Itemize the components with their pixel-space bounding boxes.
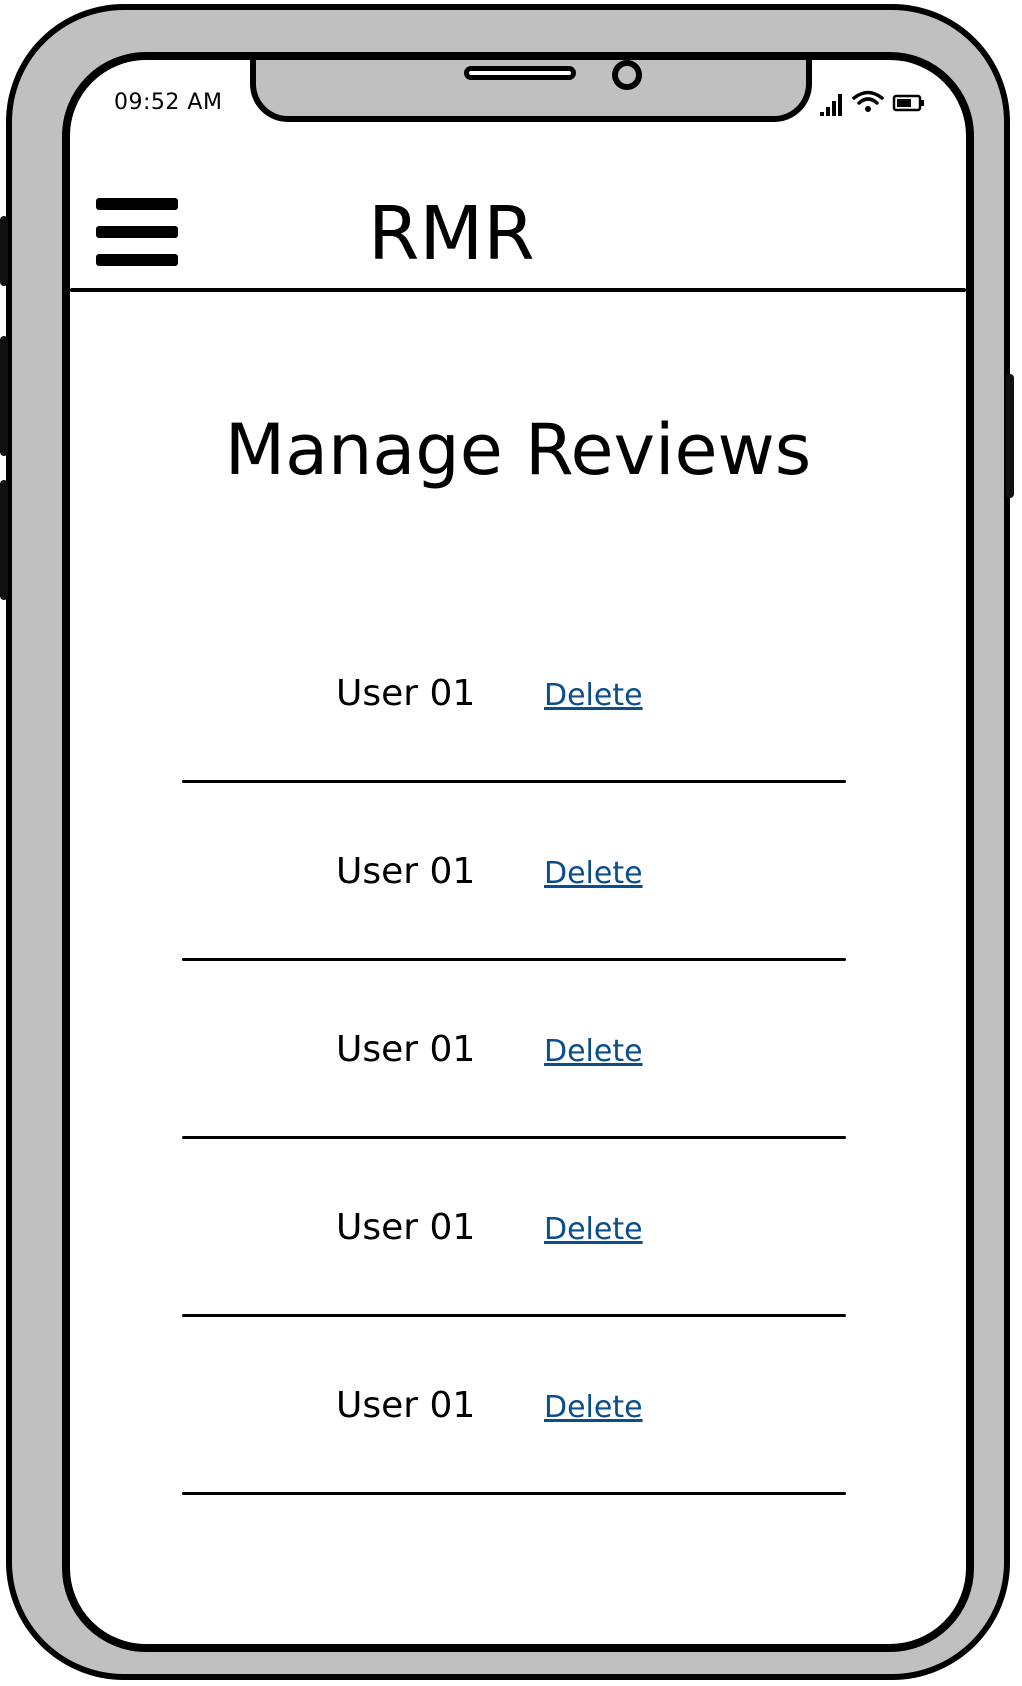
delete-review-link[interactable]: Delete [544,854,643,894]
phone-side-button [0,216,8,286]
row-divider [182,780,846,783]
list-item: User 01 Delete [182,836,850,1014]
signal-icon [820,94,842,116]
row-divider [182,1492,846,1495]
wifi-icon [852,90,884,112]
notch [250,60,812,122]
battery-icon [892,94,924,112]
list-item: User 01 Delete [182,1370,850,1548]
list-item: User 01 Delete [182,658,850,836]
row-divider [182,1314,846,1317]
row-divider [182,1136,846,1139]
phone-volume-up-button [0,336,8,456]
review-user-name: User 01 [336,673,476,714]
hamburger-menu-icon[interactable] [96,198,180,268]
phone-power-button [1006,374,1014,498]
review-user-name: User 01 [336,851,476,892]
header-divider [70,288,966,292]
review-user-name: User 01 [336,1207,476,1248]
review-user-name: User 01 [336,1385,476,1426]
app-header: RMR [70,186,966,286]
speaker-icon [464,66,576,80]
list-item: User 01 Delete [182,1014,850,1192]
delete-review-link[interactable]: Delete [544,1210,643,1250]
phone-volume-down-button [0,480,8,600]
phone-frame: 09:52 AM RMR Manage Reviews User 01 Dele… [0,4,1014,1680]
review-list: User 01 Delete User 01 Delete User 01 De… [182,658,850,1548]
phone-screen: 09:52 AM RMR Manage Reviews User 01 Dele… [62,52,974,1652]
camera-icon [612,60,642,90]
status-time: 09:52 AM [114,90,223,115]
delete-review-link[interactable]: Delete [544,676,643,716]
page-title: Manage Reviews [224,409,812,491]
delete-review-link[interactable]: Delete [544,1388,643,1428]
review-user-name: User 01 [336,1029,476,1070]
row-divider [182,958,846,961]
delete-review-link[interactable]: Delete [544,1032,643,1072]
app-title: RMR [368,191,535,277]
list-item: User 01 Delete [182,1192,850,1370]
status-icons [816,88,936,118]
